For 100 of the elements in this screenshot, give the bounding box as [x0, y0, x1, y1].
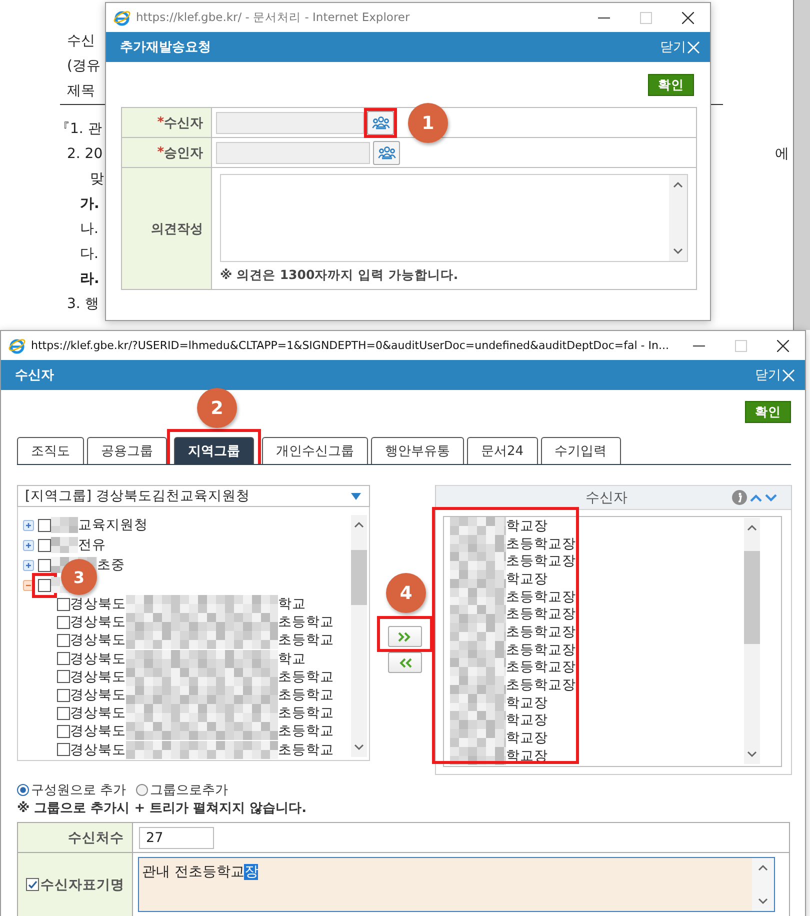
scroll-thumb[interactable]	[744, 551, 760, 644]
tree-item-label[interactable]: 경상북도	[70, 631, 126, 650]
recipient-item[interactable]: 학교장	[506, 711, 548, 730]
scrollbar[interactable]	[351, 515, 367, 757]
tree-item-label[interactable]: 경상북도	[70, 668, 126, 686]
recipient-item[interactable]: 학교장	[506, 517, 548, 535]
recipient-item[interactable]: 학교장	[506, 570, 548, 588]
close-button[interactable]: 닫기	[755, 366, 795, 384]
checkbox[interactable]	[57, 706, 70, 720]
expand-icon[interactable]	[23, 560, 34, 570]
checkbox[interactable]	[57, 598, 70, 611]
tree-item-label[interactable]: 경상북도	[70, 740, 126, 759]
checkbox[interactable]	[38, 538, 51, 552]
tab[interactable]: 수기입력	[540, 437, 621, 464]
tree-item-label[interactable]: 경상북도	[70, 650, 126, 668]
recipient-item[interactable]: 초등학교장	[506, 605, 576, 624]
scroll-up-icon[interactable]	[354, 521, 364, 528]
recipient-item[interactable]: 초등학교장	[506, 640, 576, 659]
tree-item-label[interactable]: 경상북도	[70, 704, 126, 722]
move-button[interactable]	[388, 626, 422, 647]
close-icon	[687, 40, 700, 54]
tree-item-label[interactable]: 초등학교	[278, 704, 334, 722]
recipient-picker-button[interactable]	[373, 140, 400, 164]
input-field[interactable]	[216, 142, 370, 164]
recipient-item[interactable]: 초등학교장	[506, 534, 576, 553]
group-dropdown[interactable]: [지역그룹] 경상북도김천교육지원청	[17, 485, 370, 507]
checkbox[interactable]	[38, 558, 51, 572]
checkbox[interactable]	[26, 878, 38, 891]
document-text: 2. 20	[67, 145, 103, 164]
close-icon[interactable]	[682, 12, 694, 24]
tree-item-label[interactable]: 초등학교	[278, 722, 334, 740]
scroll-down-icon[interactable]	[673, 248, 683, 255]
info-icon[interactable]	[732, 490, 747, 505]
move-button[interactable]	[388, 652, 422, 673]
checkbox[interactable]	[57, 670, 70, 684]
checkbox[interactable]	[57, 652, 70, 666]
tree-item-label[interactable]: 초등학교	[278, 686, 334, 704]
tree-item-label[interactable]: 경상북도	[70, 686, 126, 704]
move-down-icon[interactable]	[765, 494, 777, 502]
recipient-item[interactable]: 초등학교장	[506, 658, 576, 676]
recipient-item[interactable]: 초등학교장	[506, 622, 576, 641]
recipient-item[interactable]: 학교장	[506, 694, 548, 712]
scroll-down-icon[interactable]	[354, 744, 364, 751]
field-label: 수신처수	[18, 823, 133, 853]
scrollbar[interactable]	[669, 175, 687, 261]
scroll-thumb[interactable]	[351, 550, 367, 605]
tree-item-label[interactable]: 경상북도	[70, 595, 126, 614]
confirm-button[interactable]: 확인	[648, 74, 694, 96]
tab[interactable]: 문서24	[467, 437, 538, 464]
collapse-icon[interactable]	[23, 580, 34, 590]
scroll-up-icon[interactable]	[673, 181, 683, 188]
people-icon	[378, 146, 396, 160]
checkbox[interactable]	[57, 634, 70, 647]
document-text: 수신	[67, 32, 95, 51]
tab[interactable]: 행안부유통	[371, 437, 464, 464]
checkbox[interactable]	[57, 688, 70, 702]
tab[interactable]: 공용그룹	[87, 437, 167, 464]
recipient-item[interactable]: 초등학교장	[506, 676, 576, 694]
tree-item-label[interactable]: 교육지원청	[78, 516, 148, 534]
tree-item-label[interactable]: 초등학교	[278, 668, 334, 686]
input-field[interactable]	[216, 112, 364, 134]
scrollbar[interactable]	[744, 518, 760, 764]
expand-icon[interactable]	[23, 540, 34, 550]
window-title: https://klef.gbe.kr/?USERID=lhmedu&CLTAPP=1&SIGNDEPTH=0&auditUserDoc=undefined&auditDeptDoc=fal - In...	[31, 339, 669, 352]
field-label: *승인자	[122, 138, 212, 168]
expand-icon[interactable]	[23, 520, 34, 530]
checkbox[interactable]	[57, 724, 70, 738]
recipient-item[interactable]: 초등학교장	[506, 588, 576, 606]
step-number-badge: 2	[197, 388, 237, 428]
move-up-icon[interactable]	[750, 494, 762, 502]
radio-option[interactable]: 구성원으로 추가	[17, 780, 126, 798]
checkbox[interactable]	[38, 518, 51, 532]
tree-item-label[interactable]: 초중	[97, 556, 125, 574]
close-icon[interactable]	[777, 340, 789, 352]
scrollbar[interactable]	[793, 0, 810, 330]
tree-item-label[interactable]: 전유	[78, 536, 106, 554]
hint-text: ※ 그룹으로 추가시 + 트리가 펼쳐지지 않습니다.	[17, 800, 308, 817]
tree-item-label[interactable]: 초등학교	[278, 631, 334, 650]
scroll-down-icon[interactable]	[747, 751, 757, 758]
tab[interactable]: 개인수신그룹	[262, 437, 368, 464]
scroll-up-icon[interactable]	[747, 524, 757, 531]
tree-item-label[interactable]: 경상북도	[70, 722, 126, 740]
tree-item-label[interactable]: 초등학교	[278, 740, 334, 759]
dropdown-arrow-icon	[351, 492, 361, 500]
tree-item-label[interactable]: 경상북도	[70, 613, 126, 632]
checkbox[interactable]	[57, 743, 70, 756]
checkbox[interactable]	[57, 616, 70, 629]
tree-item-label[interactable]: 초등학교	[278, 613, 334, 632]
count-field[interactable]: 27	[139, 826, 214, 848]
confirm-button[interactable]: 확인	[745, 401, 791, 423]
radio-option[interactable]: 그룹으로추가	[136, 780, 228, 798]
tree-item-label[interactable]: 학교	[278, 595, 306, 614]
checkbox[interactable]	[38, 578, 51, 592]
recipient-item[interactable]: 학교장	[506, 729, 548, 748]
recipient-item[interactable]: 초등학교장	[506, 552, 576, 570]
tree-item-label[interactable]: 학교	[278, 650, 306, 668]
tab[interactable]: 지역그룹	[174, 437, 254, 464]
field-label: 의견작성	[122, 168, 212, 289]
tab[interactable]: 조직도	[17, 437, 84, 464]
close-button[interactable]: 닫기	[660, 38, 700, 56]
